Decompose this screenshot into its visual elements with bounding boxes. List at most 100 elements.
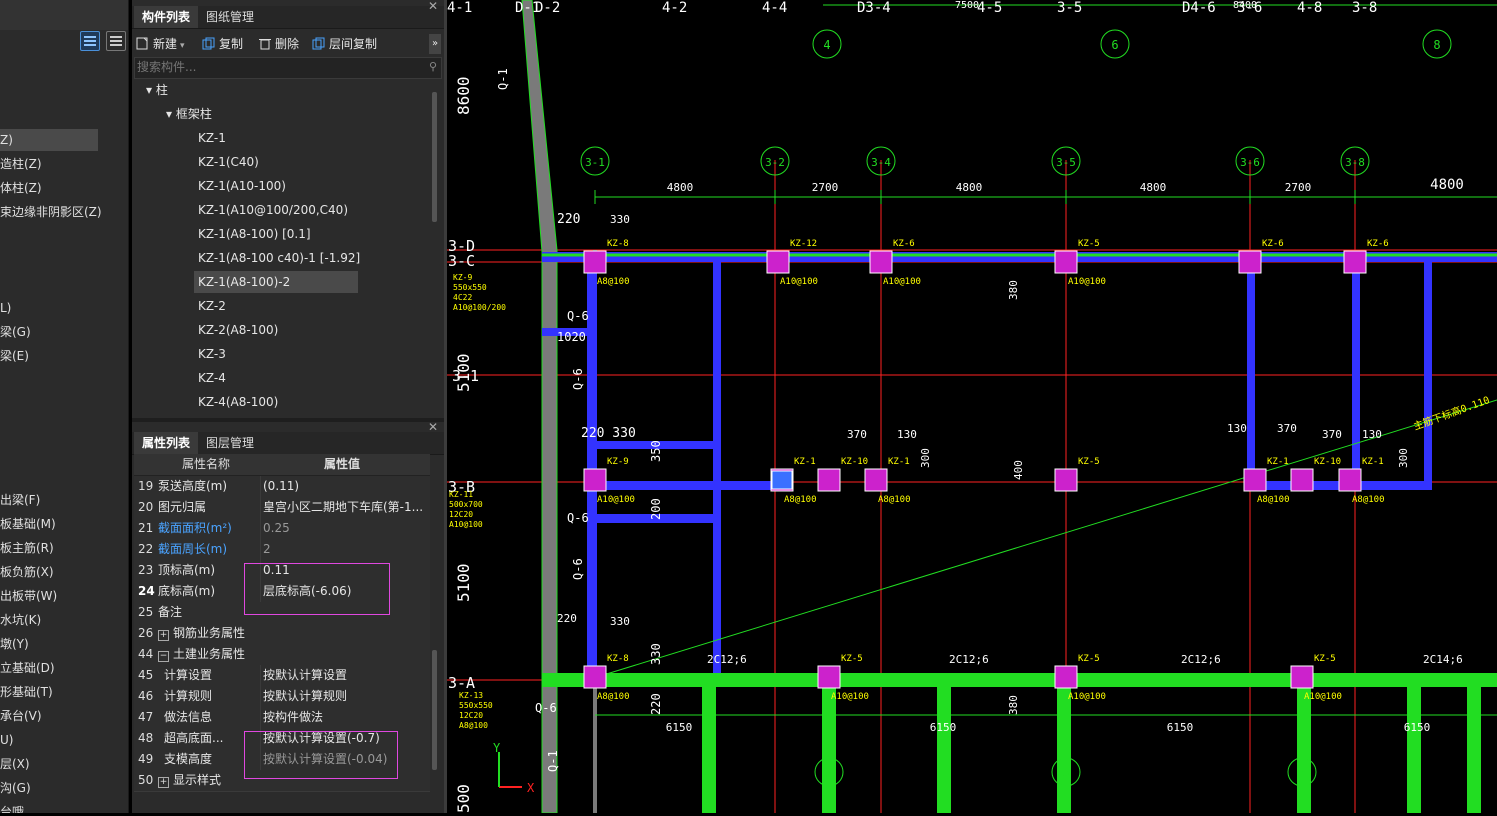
dim-text-left: 8600 (454, 76, 473, 115)
property-value[interactable]: 按默认计算设置 (260, 665, 429, 686)
nav-item[interactable]: L) (0, 297, 11, 319)
property-index: 48 (138, 731, 154, 745)
search-field[interactable]: ⚲ (134, 57, 442, 79)
property-index: 49 (138, 752, 154, 766)
copy-button[interactable]: 复制 (202, 34, 243, 54)
tree-node-root[interactable]: ▾ 柱 (146, 79, 168, 101)
expand-icon[interactable]: − (158, 651, 169, 662)
column (1338, 468, 1362, 492)
nav-item[interactable]: 造柱(Z) (0, 153, 42, 175)
search-icon[interactable]: ⚲ (429, 60, 437, 73)
property-row[interactable]: 19 泵送高度(m) (0.11) (134, 476, 430, 498)
property-name: 做法信息 (164, 710, 213, 724)
annot: 350 (649, 440, 663, 462)
property-row[interactable]: 26 + 钢筋业务属性 (134, 623, 430, 645)
drawing-svg[interactable]: 主筋下标高0.110 KZ-8 A8@100 KZ-12 A10@100 KZ-6 A10@… (447, 0, 1497, 814)
nav-item[interactable]: 墩(Y) (0, 633, 29, 655)
column-rebar: A10@100 (1068, 692, 1106, 702)
tree-item[interactable]: KZ-3 (194, 343, 226, 365)
floor-copy-button[interactable]: 层间复制 (312, 34, 377, 54)
new-button[interactable]: 新建 ▾ (136, 34, 185, 54)
x-axis-label: X (527, 781, 535, 795)
column-label: KZ-5 (1078, 457, 1100, 467)
column-spec: 500x700 (449, 500, 483, 509)
tree-item[interactable]: KZ-1 (194, 127, 226, 149)
nav-item[interactable]: 形基础(T) (0, 681, 53, 703)
wall-column (702, 680, 716, 813)
list-view-icon[interactable] (80, 31, 100, 51)
property-value[interactable]: 2 (260, 539, 429, 560)
nav-item[interactable]: 出梁(F) (0, 489, 40, 511)
property-row[interactable]: 46 计算规则 按默认计算规则 (134, 686, 430, 708)
property-row[interactable]: 22 截面周长(m) 2 (134, 539, 430, 561)
beam (1247, 262, 1255, 482)
column (869, 250, 893, 274)
nav-item[interactable]: 板基础(M) (0, 513, 56, 535)
nav-item[interactable]: 板主筋(R) (0, 537, 54, 559)
tab-property-list[interactable]: 属性列表 (134, 432, 199, 454)
tree-item[interactable]: KZ-2 (194, 295, 226, 317)
column (766, 250, 790, 274)
close-icon-top[interactable]: ✕ (428, 0, 438, 13)
axis-bubble-label: 3-4 (871, 156, 891, 169)
tree-item[interactable]: KZ-1(C40) (194, 151, 259, 173)
tab-component-list[interactable]: 构件列表 (134, 6, 199, 28)
more-tools-icon[interactable]: » (429, 34, 441, 54)
nav-item[interactable]: 梁(E) (0, 345, 29, 367)
property-row[interactable]: 20 图元归属 皇宫小区二期地下车库(第-1... (134, 497, 430, 519)
nav-item[interactable]: 体柱(Z) (0, 177, 42, 199)
property-value[interactable]: 按构件做法 (260, 707, 429, 728)
property-value[interactable]: 皇宫小区二期地下车库(第-1... (260, 497, 429, 518)
nav-item[interactable]: 立基础(D) (0, 657, 55, 679)
tree-item[interactable]: KZ-4(A8-100) (194, 391, 278, 413)
nav-item[interactable]: 沟(G) (0, 777, 31, 799)
tree-item[interactable]: KZ-1(A8-100)-2 (194, 271, 358, 293)
column (1290, 468, 1314, 492)
property-name: + 显示样式 (158, 773, 222, 788)
search-input[interactable] (135, 58, 419, 76)
nav-item[interactable]: 梁(G) (0, 321, 31, 343)
drawing-canvas[interactable]: 主筋下标高0.110 KZ-8 A8@100 KZ-12 A10@100 KZ-6 A10@… (447, 0, 1497, 814)
properties-scrollbar[interactable] (432, 650, 437, 770)
axis-bubble-label: 3-5 (1056, 156, 1076, 169)
property-index: 46 (138, 689, 154, 703)
property-row[interactable]: 47 做法信息 按构件做法 (134, 707, 430, 729)
property-value[interactable]: 0.25 (260, 518, 429, 539)
property-row[interactable]: 45 计算设置 按默认计算设置 (134, 665, 430, 687)
panel-divider[interactable] (132, 418, 444, 422)
detail-view-icon[interactable] (106, 31, 126, 51)
tree-item[interactable]: KZ-1(A10-100) (194, 175, 286, 197)
property-value[interactable]: (0.11) (260, 476, 429, 497)
nav-item[interactable]: Z) (0, 129, 98, 151)
annot: 330 (610, 615, 630, 628)
property-value[interactable]: 按默认计算规则 (260, 686, 429, 707)
tree-item[interactable]: KZ-1(A8-100 c40)-1 [-1.92] (194, 247, 360, 269)
nav-item[interactable]: 层(X) (0, 753, 30, 775)
axis-bubble-label: 3-1 (585, 156, 605, 169)
nav-item[interactable]: 板负筋(X) (0, 561, 54, 583)
tab-layer-management[interactable]: 图层管理 (198, 432, 262, 454)
delete-button[interactable]: 删除 (258, 34, 299, 54)
tree-item[interactable]: KZ-2(A8-100) (194, 319, 278, 341)
expand-icon[interactable]: + (158, 777, 169, 788)
nav-item[interactable]: 出板带(W) (0, 585, 57, 607)
tree-item[interactable]: KZ-4 (194, 367, 226, 389)
tree-item[interactable]: KZ-1(A10@100/200,C40) (194, 199, 348, 221)
tree-scrollbar[interactable] (432, 92, 437, 222)
column-rebar: A8@100 (878, 495, 911, 505)
nav-item[interactable]: U) (0, 729, 13, 751)
property-index: 26 (138, 626, 154, 640)
nav-item[interactable]: 承台(V) (0, 705, 42, 727)
tree-item[interactable]: KZ-1(A8-100) [0.1] (194, 223, 311, 245)
property-row[interactable]: 21 截面面积(m²) 0.25 (134, 518, 430, 540)
expand-icon[interactable]: + (158, 630, 169, 641)
column-label: KZ-5 (1078, 654, 1100, 664)
tab-drawing-management[interactable]: 图纸管理 (198, 6, 262, 28)
nav-item[interactable]: 台哦 (0, 801, 24, 813)
property-row[interactable]: 44 − 土建业务属性 (134, 644, 430, 666)
nav-item[interactable]: 束边缘非阴影区(Z) (0, 201, 102, 223)
tree-node-group[interactable]: ▾ 框架柱 (166, 103, 212, 125)
annot: Q-6 (567, 309, 589, 323)
beam (713, 262, 721, 680)
nav-item[interactable]: 水坑(K) (0, 609, 41, 631)
